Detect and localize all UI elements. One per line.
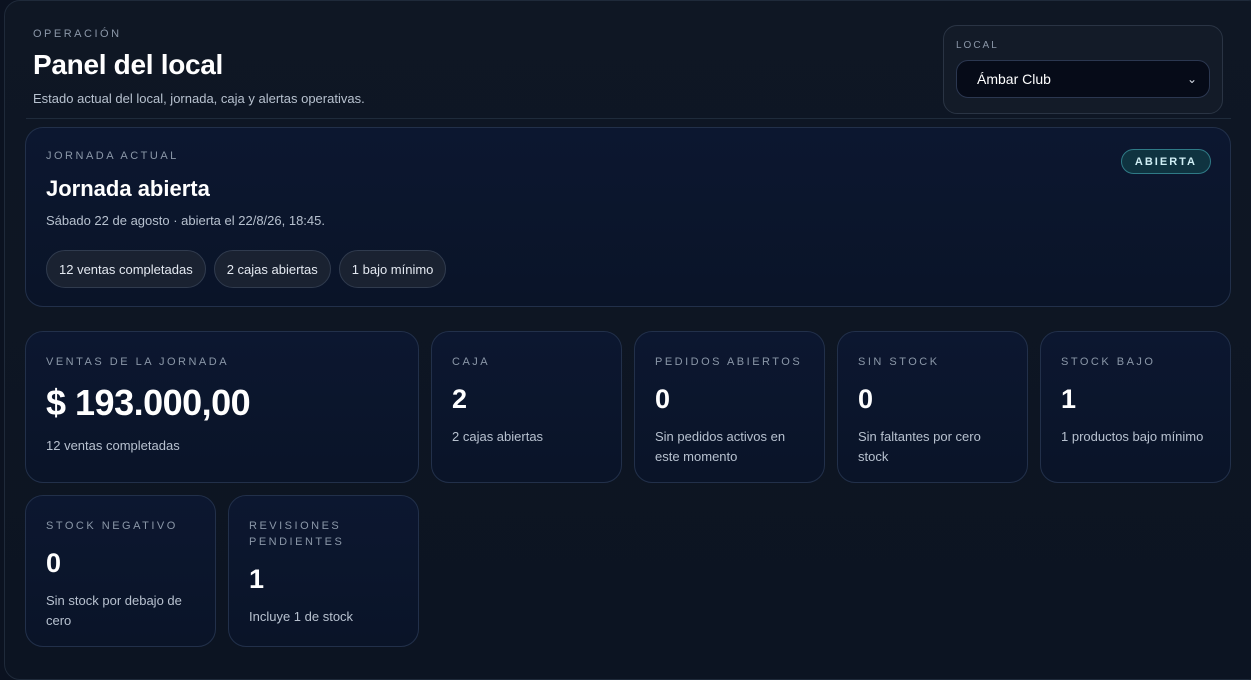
metric-label: SIN STOCK xyxy=(858,356,940,368)
metric-card-pedidos-abiertos: PEDIDOS ABIERTOS 0 Sin pedidos activos e… xyxy=(634,331,825,483)
metric-label: STOCK NEGATIVO xyxy=(46,520,178,532)
local-selector-box: LOCAL Ámbar Club ⌄ xyxy=(943,25,1223,114)
metric-value: 0 xyxy=(655,384,671,414)
metric-sub: Sin pedidos activos en este momento xyxy=(655,429,786,464)
header-divider xyxy=(26,118,1231,119)
metric-value: 1 xyxy=(1061,384,1077,414)
metric-value: $ 193.000,00 xyxy=(46,382,251,423)
metric-sub: 1 productos bajo mínimo xyxy=(1061,429,1204,444)
local-select[interactable]: Ámbar Club ⌄ xyxy=(956,60,1210,98)
metric-label: STOCK BAJO xyxy=(1061,356,1156,368)
metric-sub: Incluye 1 de stock xyxy=(249,609,354,624)
metric-card-caja: CAJA 2 2 cajas abiertas xyxy=(431,331,622,483)
metric-sub: Sin faltantes por cero stock xyxy=(858,429,981,464)
local-label: LOCAL xyxy=(956,40,999,51)
jornada-eyebrow: JORNADA ACTUAL xyxy=(46,150,179,162)
metric-label: REVISIONES PENDIENTES xyxy=(249,520,345,548)
jornada-pills: 12 ventas completadas 2 cajas abiertas 1… xyxy=(46,250,1210,288)
pill-ventas: 12 ventas completadas xyxy=(46,250,206,288)
metric-value: 2 xyxy=(452,384,468,414)
metric-value: 1 xyxy=(249,564,265,594)
pill-bajo-minimo: 1 bajo mínimo xyxy=(338,250,447,288)
metric-card-ventas: VENTAS DE LA JORNADA $ 193.000,00 12 ven… xyxy=(25,331,419,483)
pill-cajas: 2 cajas abiertas xyxy=(213,250,331,288)
page-title: Panel del local xyxy=(33,49,224,80)
chevron-down-icon: ⌄ xyxy=(1186,72,1197,86)
local-select-value: Ámbar Club xyxy=(977,71,1051,87)
jornada-card: JORNADA ACTUAL Jornada abierta Sábado 22… xyxy=(25,127,1231,307)
metric-sub: 2 cajas abiertas xyxy=(452,429,544,444)
metric-sub: Sin stock por debajo de cero xyxy=(46,593,182,628)
metric-label: CAJA xyxy=(452,356,491,368)
metric-sub: 12 ventas completadas xyxy=(46,438,180,453)
metric-card-revisiones-pendientes: REVISIONES PENDIENTES 1 Incluye 1 de sto… xyxy=(228,495,419,647)
metric-card-stock-negativo: STOCK NEGATIVO 0 Sin stock por debajo de… xyxy=(25,495,216,647)
metric-label: VENTAS DE LA JORNADA xyxy=(46,356,230,368)
metric-value: 0 xyxy=(46,548,62,578)
metric-card-sin-stock: SIN STOCK 0 Sin faltantes por cero stock xyxy=(837,331,1028,483)
metric-label: PEDIDOS ABIERTOS xyxy=(655,356,803,368)
status-badge: ABIERTA xyxy=(1120,149,1211,174)
metric-value: 0 xyxy=(858,384,874,414)
jornada-title: Jornada abierta xyxy=(46,176,210,201)
metric-card-stock-bajo: STOCK BAJO 1 1 productos bajo mínimo xyxy=(1040,331,1231,483)
page-subtitle: Estado actual del local, jornada, caja y… xyxy=(33,91,365,106)
page-eyebrow: OPERACIÓN xyxy=(33,28,122,40)
page-header: OPERACIÓN Panel del local Estado actual … xyxy=(33,28,365,106)
jornada-subtitle: Sábado 22 de agosto · abierta el 22/8/26… xyxy=(46,213,325,228)
